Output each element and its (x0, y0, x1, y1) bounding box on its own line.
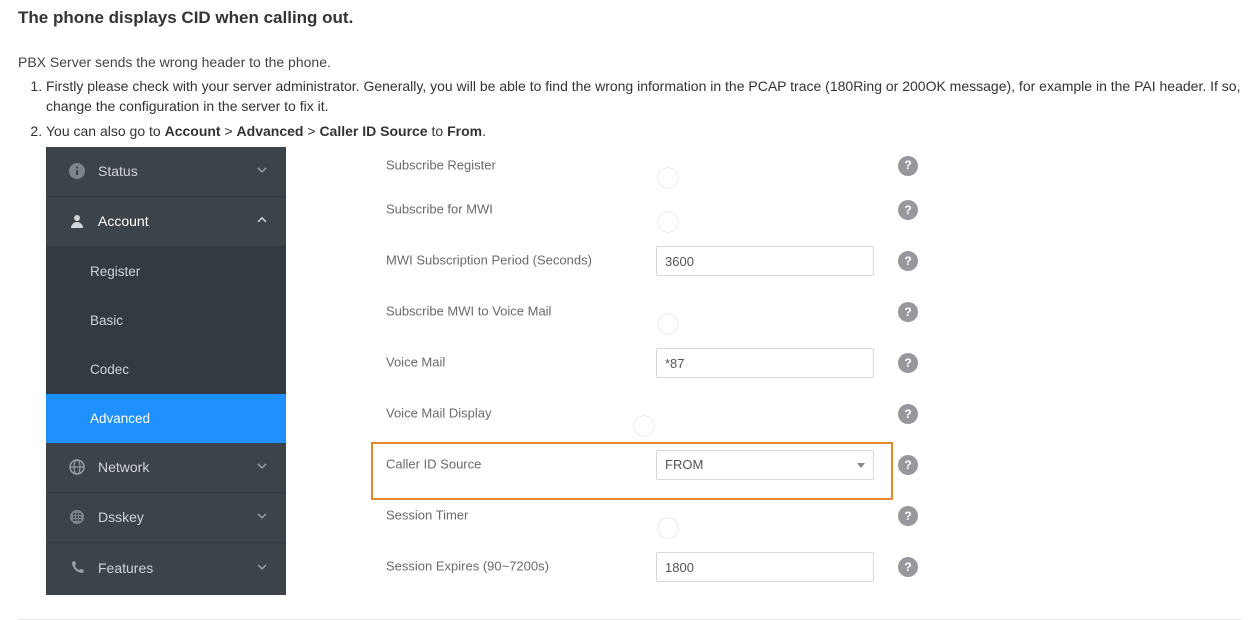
globe-icon (68, 458, 86, 476)
row-caller-id-source: Caller ID Source FROM ? (286, 440, 921, 491)
sidebar-item-label: Features (98, 558, 153, 578)
row-mwi-period: MWI Subscription Period (Seconds) ? (286, 236, 921, 287)
chevron-down-icon (256, 161, 268, 181)
row-subscribe-mwi-vm: Subscribe MWI to Voice Mail OFF ? (286, 287, 921, 338)
row-voice-mail: Voice Mail ? (286, 338, 921, 389)
settings-panel: Subscribe Register OFF ? Subscribe for M… (286, 147, 921, 593)
sidebar-item-status[interactable]: Status (46, 147, 286, 197)
help-icon[interactable]: ? (898, 353, 918, 373)
row-subscribe-register: Subscribe Register OFF ? (286, 147, 921, 185)
select-caller-id-source[interactable]: FROM (656, 450, 874, 480)
field-label: Subscribe Register (386, 156, 496, 175)
toggle-knob (658, 518, 678, 538)
chevron-down-icon (256, 558, 268, 578)
step-2: You can also go to Account > Advanced > … (46, 121, 1242, 595)
toggle-state-text: OFF (626, 210, 648, 234)
phone-settings-icon (68, 559, 86, 577)
sidebar-sub-basic[interactable]: Basic (46, 296, 286, 345)
toggle-state-text: ON (664, 414, 681, 438)
select-value: FROM (665, 456, 703, 475)
toggle-state-text: OFF (626, 312, 648, 336)
field-label: Voice Mail Display (386, 405, 492, 424)
help-icon[interactable]: ? (898, 404, 918, 424)
help-icon[interactable]: ? (898, 455, 918, 475)
row-subscribe-mwi: Subscribe for MWI OFF ? (286, 185, 921, 236)
sidebar: Status Account Registe (46, 147, 286, 595)
sidebar-sub-codec[interactable]: Codec (46, 345, 286, 394)
sidebar-item-account[interactable]: Account (46, 197, 286, 247)
help-icon[interactable]: ? (898, 506, 918, 526)
help-icon[interactable]: ? (898, 251, 918, 271)
intro-paragraph: PBX Server sends the wrong header to the… (18, 54, 1242, 70)
help-icon[interactable]: ? (898, 200, 918, 220)
chevron-down-icon (256, 507, 268, 527)
chevron-down-icon (857, 463, 865, 468)
page-heading: The phone displays CID when calling out. (18, 8, 1242, 28)
grid-icon (68, 508, 86, 526)
input-mwi-period[interactable] (656, 246, 874, 276)
screenshot-embed: Status Account Registe (46, 147, 921, 595)
field-label: Caller ID Source (386, 456, 481, 475)
row-voice-mail-display: Voice Mail Display ON ? (286, 389, 921, 440)
sidebar-item-dsskey[interactable]: Dsskey (46, 493, 286, 543)
field-label: MWI Subscription Period (Seconds) (386, 252, 592, 271)
user-icon (68, 212, 86, 230)
help-icon[interactable]: ? (898, 557, 918, 577)
step-1: Firstly please check with your server ad… (46, 76, 1242, 117)
sidebar-sub-advanced[interactable]: Advanced (46, 394, 286, 443)
toggle-state-text: OFF (626, 516, 648, 540)
row-session-expires: Session Expires (90~7200s) ? (286, 542, 921, 593)
sidebar-item-label: Account (98, 211, 149, 231)
sidebar-item-features[interactable]: Features (46, 543, 286, 593)
field-label: Subscribe MWI to Voice Mail (386, 303, 551, 322)
input-session-expires[interactable] (656, 552, 874, 582)
sidebar-item-network[interactable]: Network (46, 443, 286, 493)
help-icon[interactable]: ? (898, 302, 918, 322)
field-label: Session Timer (386, 507, 468, 526)
field-label: Voice Mail (386, 354, 445, 373)
field-label: Subscribe for MWI (386, 201, 493, 220)
chevron-up-icon (256, 211, 268, 231)
steps-list: Firstly please check with your server ad… (18, 76, 1242, 595)
sidebar-item-label: Status (98, 161, 138, 181)
info-icon (68, 162, 86, 180)
toggle-knob (658, 212, 678, 232)
help-icon[interactable]: ? (898, 156, 918, 176)
field-label: Session Expires (90~7200s) (386, 558, 549, 577)
sidebar-sub-register[interactable]: Register (46, 247, 286, 296)
row-session-timer: Session Timer OFF ? (286, 491, 921, 542)
chevron-down-icon (256, 457, 268, 477)
toggle-knob (658, 314, 678, 334)
toggle-knob (634, 416, 654, 436)
sidebar-item-label: Dsskey (98, 507, 144, 527)
sidebar-item-label: Network (98, 457, 149, 477)
input-voice-mail[interactable] (656, 348, 874, 378)
